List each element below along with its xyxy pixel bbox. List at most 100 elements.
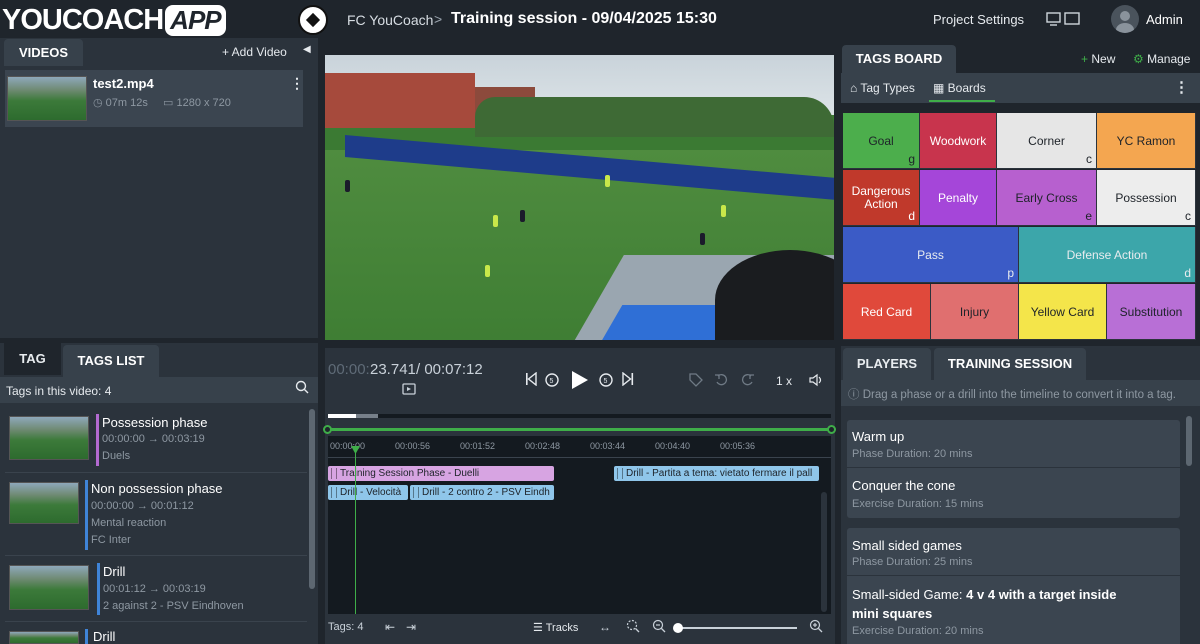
- user-name[interactable]: Admin: [1146, 12, 1183, 27]
- range-end-handle[interactable]: [827, 425, 836, 434]
- redo-icon[interactable]: [741, 373, 755, 390]
- list-item[interactable]: Drill 00:01:12 → 00:03:19 2 against 2 - …: [5, 557, 307, 622]
- progress-buffered: [356, 414, 378, 418]
- timeline-scrollbar[interactable]: [821, 492, 827, 612]
- exercise-title[interactable]: Small-sided Game: 4 v 4 with a target in…: [852, 587, 1116, 602]
- tag-button-penalty[interactable]: Penalty: [920, 170, 997, 226]
- svg-text:5: 5: [550, 378, 554, 385]
- phase-header[interactable]: Warm up Phase Duration: 20 mins: [847, 420, 1180, 468]
- session-scrollbar[interactable]: [1186, 416, 1192, 466]
- video-thumbnail: [7, 76, 87, 121]
- undo-icon[interactable]: [714, 373, 728, 390]
- tag-button-label: Corner: [1028, 133, 1065, 148]
- subtab-tag-types[interactable]: ⌂ Tag Types: [850, 81, 915, 95]
- tag-button-substitution[interactable]: Substitution: [1107, 284, 1196, 340]
- volume-icon[interactable]: [809, 373, 825, 390]
- tag-button-goal[interactable]: Goal g: [843, 113, 920, 169]
- tag-button-red-card[interactable]: Red Card: [843, 284, 931, 340]
- forward-icon[interactable]: 5: [598, 372, 614, 391]
- tag-title: Possession phase: [102, 415, 208, 430]
- range-slider[interactable]: [328, 428, 831, 431]
- tag-button-early-cross[interactable]: Early Cross e: [997, 170, 1097, 226]
- video-player[interactable]: [325, 55, 834, 340]
- more-vertical-icon[interactable]: ⋮: [290, 75, 304, 92]
- phase-header[interactable]: Small sided games Phase Duration: 25 min…: [847, 528, 1180, 576]
- subtab-boards[interactable]: ▦ Boards: [933, 81, 986, 95]
- screen-layout-icon[interactable]: [1046, 12, 1080, 29]
- tick-label: 00:00:56: [395, 441, 431, 451]
- list-item[interactable]: Drill: [5, 623, 307, 644]
- manage-button[interactable]: ⚙ Manage: [1133, 52, 1190, 66]
- timeline-segment[interactable]: Drill - Partita a tema: vietato fermare …: [614, 466, 819, 481]
- video-name: test2.mp4: [93, 76, 154, 91]
- progress-track[interactable]: [328, 414, 831, 418]
- exercise-title-line2: mini squares: [852, 606, 933, 621]
- tab-videos[interactable]: VIDEOS: [4, 39, 83, 66]
- timeline-segment[interactable]: Drill - 2 contro 2 - PSV Eindh: [410, 485, 554, 500]
- timeline-segment[interactable]: Drill - Velocità: [328, 485, 408, 500]
- tags-total: Tags: 4: [328, 621, 364, 633]
- fit-width-icon[interactable]: ↔: [599, 620, 611, 634]
- app-logo[interactable]: YOUCOACH APP: [2, 4, 226, 37]
- prev-tag-icon[interactable]: ⇤: [385, 620, 395, 634]
- timeline[interactable]: 00:00:00 00:00:56 00:01:52 00:02:48 00:0…: [328, 436, 831, 614]
- next-tag-icon[interactable]: ⇥: [406, 620, 416, 634]
- rewind-icon[interactable]: 5: [544, 372, 560, 391]
- tab-tags-board[interactable]: TAGS BOARD: [842, 45, 956, 73]
- tab-tags-list[interactable]: TAGS LIST: [63, 345, 159, 377]
- zoom-slider[interactable]: [677, 627, 797, 629]
- tag-button-label: Defense Action: [1066, 247, 1148, 262]
- video-resolution: ▭ 1280 x 720: [163, 97, 231, 109]
- snapshot-icon[interactable]: [402, 382, 416, 399]
- tag-sub: Mental reaction: [91, 517, 167, 529]
- skip-forward-icon[interactable]: [622, 371, 634, 389]
- collapse-icon[interactable]: ◀: [303, 44, 311, 55]
- playhead[interactable]: [355, 448, 356, 614]
- board-more-icon[interactable]: ⋮: [1174, 78, 1189, 96]
- tag-icon[interactable]: [689, 373, 703, 390]
- search-icon[interactable]: [295, 380, 309, 397]
- skip-back-icon[interactable]: [525, 371, 537, 389]
- new-tag-button[interactable]: + New: [1081, 52, 1115, 66]
- tag-button-defense-action[interactable]: Defense Action d: [1019, 227, 1196, 283]
- tab-tag[interactable]: TAG: [4, 343, 61, 375]
- add-video-button[interactable]: + Add Video: [222, 45, 287, 59]
- video-item[interactable]: test2.mp4 ◷ 07m 12s ▭ 1280 x 720 ⋮: [5, 70, 304, 127]
- speed-selector[interactable]: 1 x: [776, 374, 792, 388]
- phase-card[interactable]: Warm up Phase Duration: 20 mins Conquer …: [847, 420, 1180, 518]
- zoom-in-icon[interactable]: [809, 619, 823, 636]
- player-marker: [493, 215, 498, 227]
- tag-button-yc-ramon[interactable]: YC Ramon: [1097, 113, 1196, 169]
- tag-button-yellow-card[interactable]: Yellow Card: [1019, 284, 1107, 340]
- tag-button-injury[interactable]: Injury: [931, 284, 1019, 340]
- tab-players[interactable]: PLAYERS: [843, 348, 931, 380]
- tag-button-pass[interactable]: Pass p: [843, 227, 1019, 283]
- zoom-slider-handle[interactable]: [673, 623, 683, 633]
- zoom-out-icon[interactable]: [652, 619, 666, 636]
- exercise-title[interactable]: Conquer the cone: [852, 478, 955, 493]
- user-avatar[interactable]: [1111, 5, 1139, 33]
- phase-card[interactable]: Small sided games Phase Duration: 25 min…: [847, 528, 1180, 644]
- timeline-segment[interactable]: Training Session Phase - Duelli: [328, 466, 554, 481]
- breadcrumb-team[interactable]: FC YouCoach: [347, 12, 433, 28]
- time-current: 23.741: [370, 361, 416, 378]
- tag-button-possession[interactable]: Possession c: [1097, 170, 1196, 226]
- tag-button-woodwork[interactable]: Woodwork: [920, 113, 997, 169]
- list-item[interactable]: Non possession phase 00:00:00 → 00:01:12…: [5, 474, 307, 556]
- subtab-indicator: [929, 100, 995, 102]
- tag-thumbnail: [9, 631, 79, 644]
- tag-color-bar: [85, 480, 88, 550]
- range-start-handle[interactable]: [323, 425, 332, 434]
- zoom-fit-icon[interactable]: [626, 619, 640, 636]
- trees: [475, 97, 834, 137]
- project-settings-link[interactable]: Project Settings: [933, 12, 1024, 27]
- play-icon[interactable]: [569, 369, 589, 394]
- tag-button-dangerous-action[interactable]: Dangerous Action d: [843, 170, 920, 226]
- tracks-button[interactable]: ☰ Tracks: [533, 621, 578, 634]
- tab-training-session[interactable]: TRAINING SESSION: [934, 348, 1086, 380]
- tags-board-grid: Goal g Woodwork Corner c YC Ramon Dangerous Ac…: [843, 113, 1196, 340]
- tag-button-corner[interactable]: Corner c: [997, 113, 1097, 169]
- list-item[interactable]: Possession phase 00:00:00 → 00:03:19 Due…: [5, 410, 307, 473]
- tag-button-label: Penalty: [937, 190, 979, 205]
- tags-scrollbar[interactable]: [309, 409, 315, 589]
